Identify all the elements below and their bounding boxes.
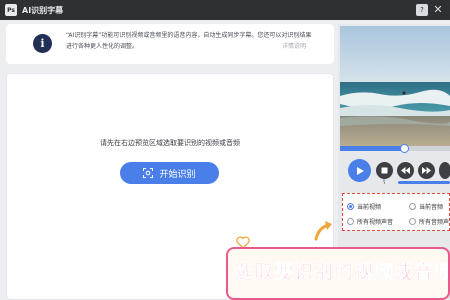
player-controls: (: [340, 154, 450, 188]
play-icon: [356, 166, 364, 175]
start-recognition-label: 开始识别: [159, 169, 196, 180]
scan-icon: [143, 168, 154, 178]
hint-text: 请先在右边预览区域选取要识别的视频或音频: [100, 139, 240, 147]
radio-current-audio[interactable]: [409, 203, 416, 210]
source-options: 当前视频 当前音频 所有视频声音 所有音频声音: [342, 193, 450, 231]
title-bar: Ps AI识别字幕 ? ✕: [0, 0, 450, 20]
annotation-arrow-icon: [314, 221, 332, 241]
info-icon: i: [33, 34, 52, 53]
seek-handle[interactable]: [399, 144, 409, 153]
more-button[interactable]: [439, 162, 450, 179]
app-logo: Ps: [5, 4, 17, 16]
option-label: 当前视频: [357, 204, 382, 211]
option-label: 所有音频声音: [419, 219, 450, 226]
detail-link[interactable]: 详情说明: [282, 41, 306, 50]
video-preview: [340, 26, 450, 146]
stop-icon: [381, 167, 388, 174]
seek-bar[interactable]: [340, 144, 450, 153]
rewind-button[interactable]: [397, 162, 414, 179]
app-logo-text: Ps: [7, 6, 15, 14]
help-button[interactable]: ?: [416, 4, 428, 16]
close-icon: ✕: [433, 3, 443, 16]
forward-button[interactable]: [418, 162, 435, 179]
option-current-video[interactable]: 当前视频: [347, 202, 381, 211]
info-description: “AI识别字幕”功能可识别视频或音频里的语音内容，自动生成同步字幕。您还可以对识…: [66, 32, 312, 50]
start-recognition-button[interactable]: 开始识别: [120, 162, 219, 184]
annotation-banner-text: 选取要识别的视频或音频: [234, 261, 450, 284]
question-icon: ?: [420, 6, 424, 14]
play-button[interactable]: [348, 159, 371, 182]
option-all-video-sound[interactable]: 所有视频声音: [347, 217, 393, 226]
option-label: 所有视频声音: [357, 219, 394, 226]
volume-icon: (: [383, 177, 386, 185]
volume-slider[interactable]: [398, 181, 450, 184]
annotation-banner: 选取要识别的视频或音频: [226, 247, 450, 300]
option-all-audio-sound[interactable]: 所有音频声音: [409, 217, 450, 226]
window-title: AI识别字幕: [22, 5, 64, 15]
forward-icon: [422, 167, 431, 174]
option-label: 当前音频: [419, 204, 444, 211]
close-button[interactable]: ✕: [432, 4, 444, 16]
option-current-audio[interactable]: 当前音频: [409, 202, 443, 211]
seek-progress: [340, 146, 404, 151]
radio-current-video[interactable]: [347, 203, 354, 210]
rewind-icon: [401, 167, 410, 174]
info-card: i “AI识别字幕”功能可识别视频或音频里的语音内容，自动生成同步字幕。您还可以…: [6, 24, 334, 64]
radio-all-video-sound[interactable]: [347, 218, 354, 225]
radio-all-audio-sound[interactable]: [409, 218, 416, 225]
